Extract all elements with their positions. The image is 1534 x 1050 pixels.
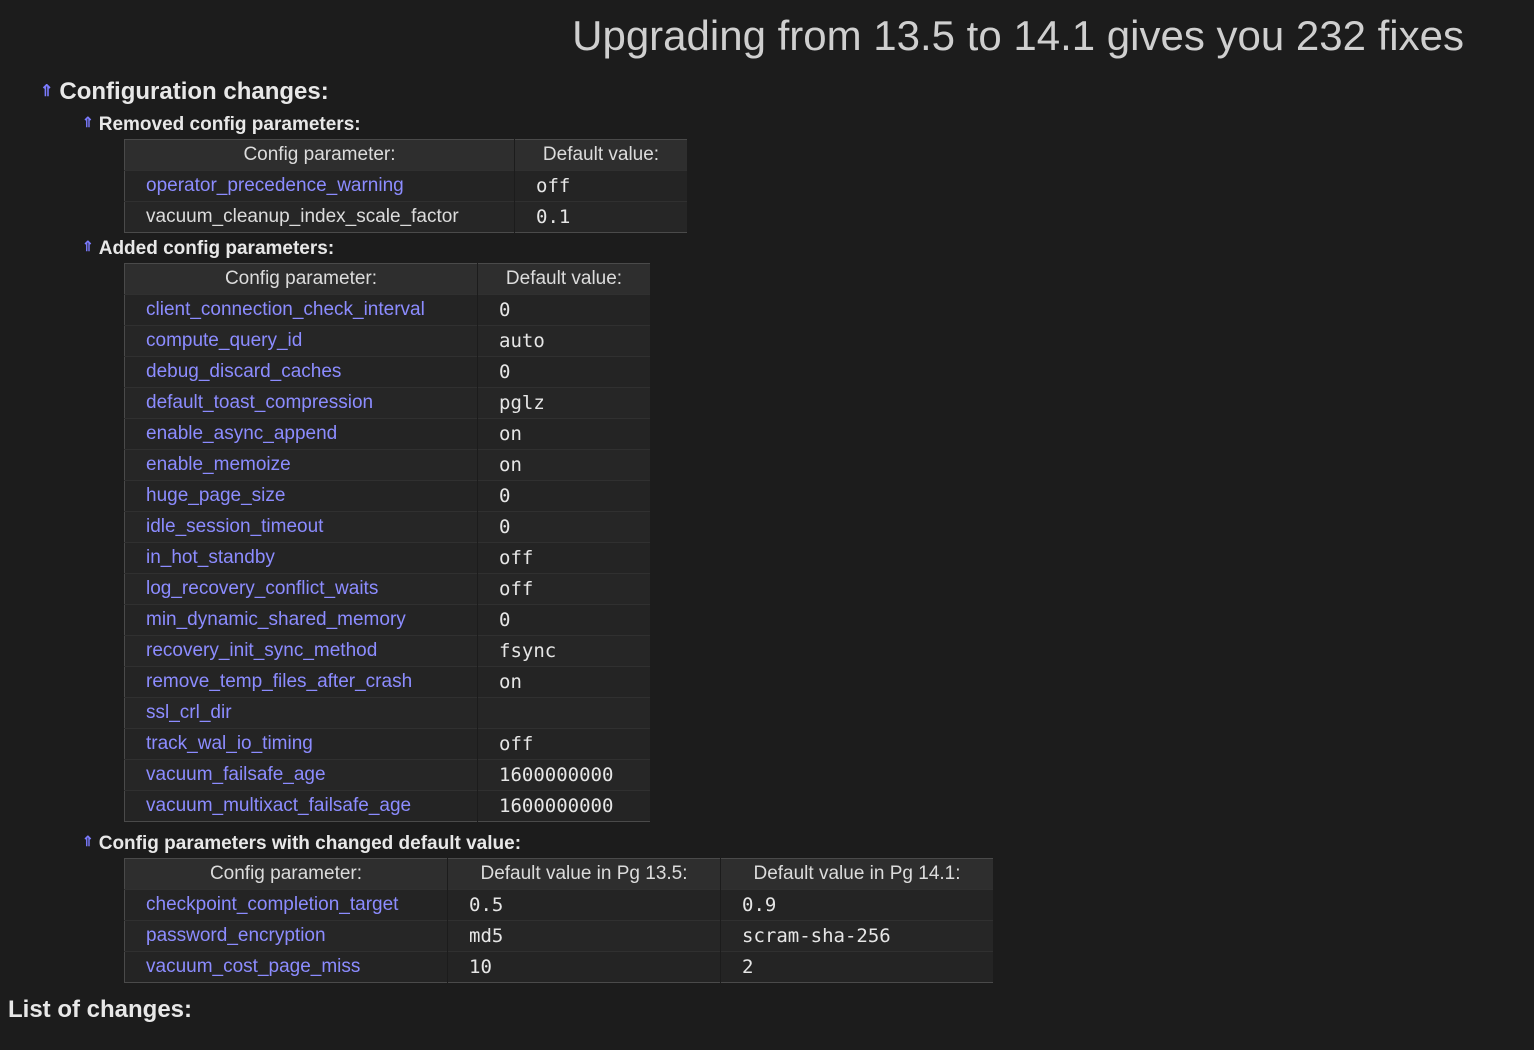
up-arrow-icon[interactable]: ⇑ — [82, 238, 94, 254]
column-header-config-parameter: Config parameter: — [124, 263, 478, 295]
table-row: min_dynamic_shared_memory 0 — [124, 604, 651, 636]
table-row: log_recovery_conflict_waits off — [124, 573, 651, 605]
table-header-row: Config parameter: Default value: — [124, 263, 651, 295]
table-row: idle_session_timeout 0 — [124, 511, 651, 543]
param-link[interactable]: default_toast_compression — [124, 387, 478, 419]
removed-config-table: Config parameter: Default value: operato… — [124, 139, 688, 233]
removed-config-label: Removed config parameters: — [98, 114, 361, 135]
column-header-default-value: Default value: — [514, 139, 688, 171]
param-link[interactable]: min_dynamic_shared_memory — [124, 604, 478, 636]
column-header-config-parameter: Config parameter: — [124, 858, 448, 890]
table-row: compute_query_id auto — [124, 325, 651, 357]
removed-config-heading: ⇑ Removed config parameters: — [82, 114, 361, 136]
default-value-new: scram-sha-256 — [720, 920, 994, 952]
default-value: off — [514, 170, 688, 202]
default-value: on — [477, 418, 651, 450]
column-header-default-new: Default value in Pg 14.1: — [720, 858, 994, 890]
table-row: checkpoint_completion_target 0.5 0.9 — [124, 889, 994, 921]
list-of-changes-heading: List of changes: — [8, 996, 193, 1023]
param-link[interactable]: vacuum_cost_page_miss — [124, 951, 448, 983]
default-value: off — [477, 542, 651, 574]
table-header-row: Config parameter: Default value in Pg 13… — [124, 858, 994, 890]
table-row: ssl_crl_dir — [124, 697, 651, 729]
table-row: vacuum_cleanup_index_scale_factor 0.1 — [124, 201, 688, 233]
default-value: off — [477, 573, 651, 605]
changed-config-heading: ⇑ Config parameters with changed default … — [82, 833, 521, 855]
table-row: enable_memoize on — [124, 449, 651, 481]
default-value: 1600000000 — [477, 759, 651, 791]
default-value: 0.1 — [514, 201, 688, 233]
table-row: vacuum_failsafe_age 1600000000 — [124, 759, 651, 791]
default-value: 1600000000 — [477, 790, 651, 822]
table-row: enable_async_append on — [124, 418, 651, 450]
param-link[interactable]: compute_query_id — [124, 325, 478, 357]
table-row: client_connection_check_interval 0 — [124, 294, 651, 326]
default-value-old: 10 — [447, 951, 721, 983]
param-link[interactable]: ssl_crl_dir — [124, 697, 478, 729]
table-row: operator_precedence_warning off — [124, 170, 688, 202]
default-value: 0 — [477, 511, 651, 543]
param-link[interactable]: operator_precedence_warning — [124, 170, 515, 202]
param-link[interactable]: track_wal_io_timing — [124, 728, 478, 760]
param-link[interactable]: vacuum_multixact_failsafe_age — [124, 790, 478, 822]
default-value-new: 2 — [720, 951, 994, 983]
table-row: password_encryption md5 scram-sha-256 — [124, 920, 994, 952]
param-link[interactable]: huge_page_size — [124, 480, 478, 512]
default-value: 0 — [477, 356, 651, 388]
param-link[interactable]: in_hot_standby — [124, 542, 478, 574]
default-value: on — [477, 449, 651, 481]
added-config-label: Added config parameters: — [98, 238, 335, 259]
default-value: auto — [477, 325, 651, 357]
default-value: pglz — [477, 387, 651, 419]
column-header-default-old: Default value in Pg 13.5: — [447, 858, 721, 890]
default-value-old: md5 — [447, 920, 721, 952]
param-link[interactable]: log_recovery_conflict_waits — [124, 573, 478, 605]
default-value: 0 — [477, 604, 651, 636]
param-link[interactable]: recovery_init_sync_method — [124, 635, 478, 667]
added-config-heading: ⇑ Added config parameters: — [82, 238, 334, 260]
changed-config-table: Config parameter: Default value in Pg 13… — [124, 858, 994, 983]
table-row: recovery_init_sync_method fsync — [124, 635, 651, 667]
param-link[interactable]: enable_memoize — [124, 449, 478, 481]
page-title: Upgrading from 13.5 to 14.1 gives you 23… — [572, 12, 1464, 59]
default-value-old: 0.5 — [447, 889, 721, 921]
default-value: 0 — [477, 480, 651, 512]
up-arrow-icon[interactable]: ⇑ — [82, 833, 94, 849]
table-row: remove_temp_files_after_crash on — [124, 666, 651, 698]
table-row: in_hot_standby off — [124, 542, 651, 574]
column-header-default-value: Default value: — [477, 263, 651, 295]
param-link[interactable]: checkpoint_completion_target — [124, 889, 448, 921]
table-row: huge_page_size 0 — [124, 480, 651, 512]
table-row: default_toast_compression pglz — [124, 387, 651, 419]
added-config-table: Config parameter: Default value: client_… — [124, 263, 651, 822]
param-link[interactable]: idle_session_timeout — [124, 511, 478, 543]
configuration-changes-label: Configuration changes: — [59, 78, 329, 105]
param-link[interactable]: enable_async_append — [124, 418, 478, 450]
up-arrow-icon[interactable]: ⇑ — [40, 83, 53, 100]
default-value — [477, 697, 651, 729]
param-link[interactable]: vacuum_failsafe_age — [124, 759, 478, 791]
param-link[interactable]: debug_discard_caches — [124, 356, 478, 388]
configuration-changes-heading: ⇑ Configuration changes: — [40, 78, 329, 106]
param-link[interactable]: client_connection_check_interval — [124, 294, 478, 326]
default-value: off — [477, 728, 651, 760]
default-value-new: 0.9 — [720, 889, 994, 921]
table-row: vacuum_multixact_failsafe_age 1600000000 — [124, 790, 651, 822]
table-row: track_wal_io_timing off — [124, 728, 651, 760]
default-value: fsync — [477, 635, 651, 667]
default-value: on — [477, 666, 651, 698]
changed-config-label: Config parameters with changed default v… — [98, 833, 522, 854]
column-header-config-parameter: Config parameter: — [124, 139, 515, 171]
table-row: debug_discard_caches 0 — [124, 356, 651, 388]
table-row: vacuum_cost_page_miss 10 2 — [124, 951, 994, 983]
default-value: 0 — [477, 294, 651, 326]
param-link[interactable]: password_encryption — [124, 920, 448, 952]
table-header-row: Config parameter: Default value: — [124, 139, 688, 171]
param-link[interactable]: remove_temp_files_after_crash — [124, 666, 478, 698]
up-arrow-icon[interactable]: ⇑ — [82, 114, 94, 130]
param-name: vacuum_cleanup_index_scale_factor — [124, 201, 515, 233]
